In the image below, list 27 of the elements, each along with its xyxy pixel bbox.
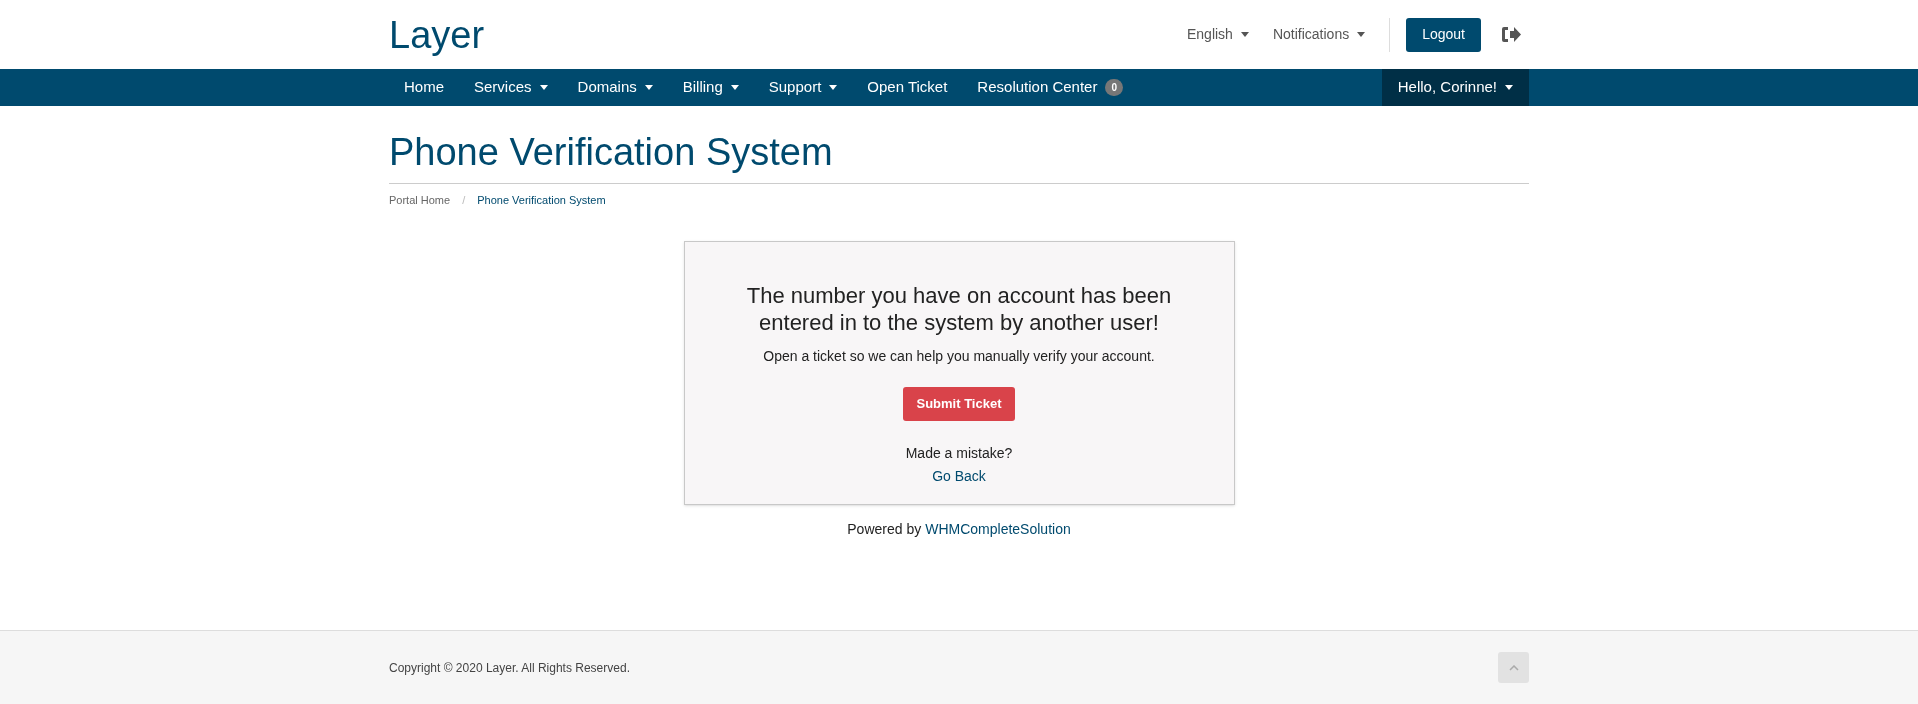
copyright-text: Copyright © 2020 Layer. All Rights Reserved. (389, 659, 630, 677)
nav-item[interactable]: Services (459, 69, 563, 106)
site-logo[interactable]: Layer (389, 15, 485, 54)
powered-by-text: Powered by (847, 519, 922, 539)
card-message: Open a ticket so we can help you manually verify your account. (763, 346, 1155, 366)
header-link[interactable]: Notifications (1272, 24, 1366, 45)
submit-ticket-button[interactable]: Submit Ticket (903, 386, 1015, 421)
breadcrumb-separator: / (462, 193, 466, 208)
breadcrumb-link[interactable]: Portal Home (389, 192, 451, 209)
go-back-link[interactable]: Go Back (932, 465, 986, 487)
nav-item[interactable]: Support (753, 69, 853, 106)
logout-icon[interactable] (1501, 26, 1521, 43)
nav-item[interactable]: Domains (562, 69, 668, 106)
logout-button[interactable]: Logout (1406, 17, 1481, 52)
breadcrumb-link[interactable]: Phone Verification System (477, 192, 606, 209)
page-title: Phone Verification System (389, 130, 834, 175)
count-badge: 0 (1105, 79, 1123, 96)
nav-item[interactable]: Home (389, 69, 459, 106)
nav-item[interactable]: Open Ticket (852, 69, 963, 106)
card-heading: The number you have on account has been entered in to the system by another user! (745, 281, 1173, 336)
user-menu[interactable]: Hello, Corinne! (1381, 69, 1529, 106)
header-link[interactable]: English (1187, 24, 1249, 45)
nav-item[interactable]: Resolution Center 0 (962, 69, 1138, 106)
chevron-up-icon (1508, 664, 1519, 671)
nav-item[interactable]: Billing (667, 69, 754, 106)
powered-by-link[interactable]: WHMCompleteSolution (925, 518, 1071, 540)
mistake-text: Made a mistake? (905, 443, 1013, 463)
